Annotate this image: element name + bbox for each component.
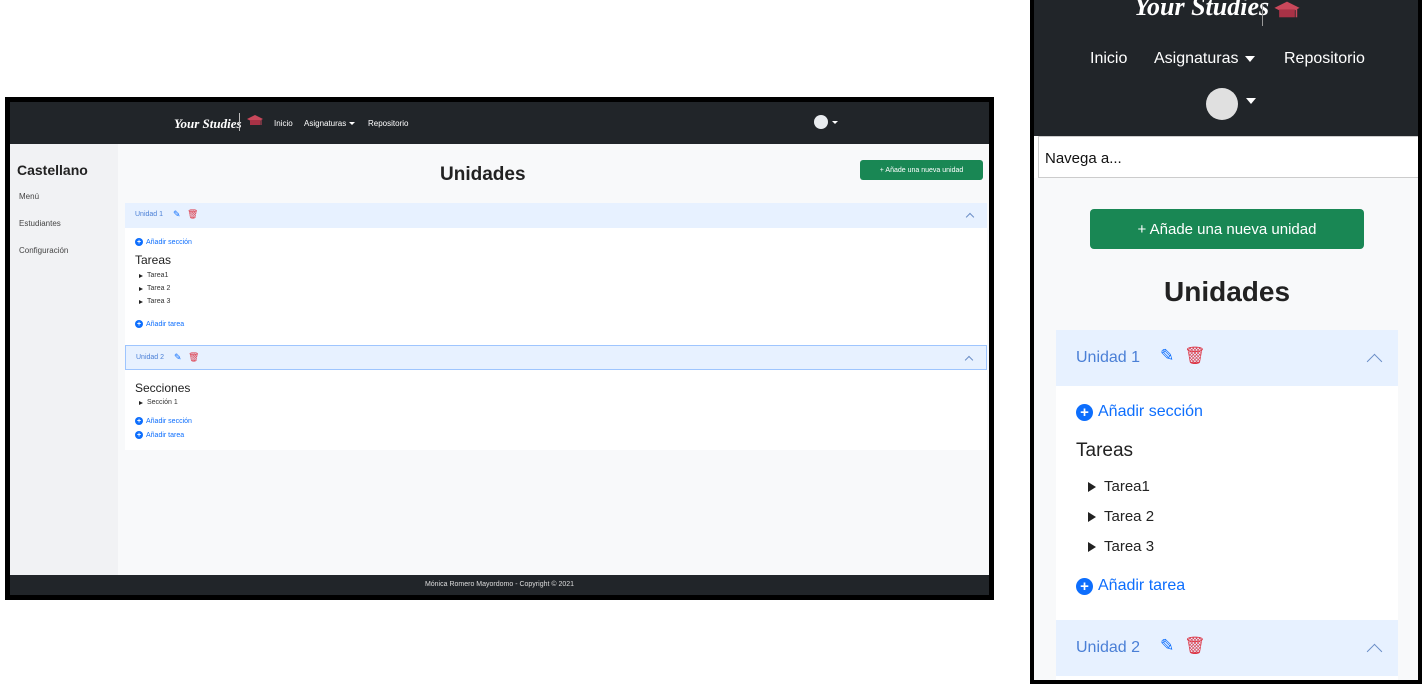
- graduation-cap-icon: [1274, 0, 1300, 27]
- nav-asignaturas[interactable]: Asignaturas: [304, 119, 356, 128]
- unit-title[interactable]: Unidad 2: [1076, 639, 1140, 657]
- add-section-link[interactable]: + Añadir sección: [1076, 403, 1203, 421]
- add-section-label: Añadir sección: [146, 417, 192, 425]
- nav-asignaturas-label: Asignaturas: [304, 119, 347, 128]
- nav-inicio[interactable]: Inicio: [1090, 50, 1127, 68]
- triangle-right-icon: [139, 273, 143, 278]
- caret-down-icon: [349, 122, 356, 126]
- chevron-up-icon[interactable]: [964, 355, 974, 365]
- sidebar-title: Castellano: [17, 162, 88, 178]
- list-item-label: Tarea1: [1104, 478, 1150, 495]
- chevron-up-icon[interactable]: [1366, 643, 1383, 660]
- trash-icon[interactable]: 🗑: [1184, 636, 1206, 656]
- unit-header[interactable]: Unidad 2 ✎ 🗑: [1056, 620, 1398, 676]
- unit-card: Unidad 1 ✎ 🗑 + Añadir sección Tareas Tare…: [1056, 330, 1398, 680]
- avatar[interactable]: [814, 115, 828, 129]
- add-task-label: Añadir tarea: [146, 320, 185, 328]
- brand-divider: [239, 113, 240, 131]
- list-item-label: Tarea1: [147, 272, 169, 279]
- section-title: Secciones: [135, 381, 191, 395]
- triangle-right-icon: [1088, 541, 1096, 552]
- add-section-link[interactable]: + Añadir sección: [135, 238, 192, 246]
- unit-header[interactable]: Unidad 1 ✎ 🗑: [125, 203, 987, 228]
- add-unit-button[interactable]: + Añade una nueva unidad: [860, 160, 983, 180]
- navega-dropdown[interactable]: Navega a...: [1038, 136, 1418, 178]
- chevron-up-icon[interactable]: [1366, 353, 1383, 370]
- add-task-link[interactable]: + Añadir tarea: [1076, 577, 1185, 595]
- plus-circle-icon: +: [1076, 577, 1093, 595]
- navbar: [10, 102, 989, 144]
- triangle-right-icon: [1088, 481, 1096, 492]
- trash-icon[interactable]: 🗑: [187, 209, 198, 220]
- add-section-link[interactable]: + Añadir sección: [135, 417, 192, 425]
- list-item[interactable]: Tarea1: [1088, 478, 1150, 495]
- page-title: Unidades: [1164, 276, 1291, 307]
- pencil-icon[interactable]: ✎: [1160, 636, 1174, 656]
- list-item[interactable]: Tarea 2: [1088, 508, 1154, 525]
- nav-repositorio[interactable]: Repositorio: [1284, 50, 1365, 68]
- plus-circle-icon: +: [135, 238, 143, 246]
- list-item[interactable]: Tarea 3: [1088, 538, 1154, 555]
- list-item-label: Tarea 3: [147, 298, 171, 305]
- unit-header[interactable]: Unidad 1 ✎ 🗑: [1056, 330, 1398, 386]
- section-title: Tareas: [135, 253, 172, 267]
- chevron-up-icon[interactable]: [965, 212, 975, 222]
- list-item-label: Sección 1: [147, 399, 178, 406]
- triangle-right-icon: [139, 400, 143, 405]
- pencil-icon[interactable]: ✎: [173, 209, 181, 220]
- sidebar-item-menu[interactable]: Menú: [19, 192, 39, 201]
- list-item-label: Tarea 2: [147, 285, 171, 292]
- caret-down-icon[interactable]: [1246, 98, 1256, 104]
- unit-title[interactable]: Unidad 1: [1076, 349, 1140, 367]
- list-item[interactable]: Tarea 2: [139, 285, 170, 292]
- add-unit-button[interactable]: + Añade una nueva unidad: [1090, 209, 1364, 249]
- add-task-label: Añadir tarea: [1098, 577, 1186, 594]
- page-title: Unidades: [440, 164, 526, 185]
- plus-circle-icon: +: [135, 320, 143, 328]
- plus-circle-icon: +: [135, 417, 143, 425]
- pencil-icon[interactable]: ✎: [174, 352, 182, 363]
- list-item[interactable]: Sección 1: [139, 399, 178, 406]
- trash-icon[interactable]: 🗑: [1184, 346, 1206, 366]
- list-item-label: Tarea 2: [1104, 508, 1155, 525]
- brand-logo[interactable]: Your Studies: [174, 116, 242, 132]
- desktop-screenshot: Your Studies Inicio Asignaturas Reposito…: [5, 97, 994, 600]
- nav-inicio[interactable]: Inicio: [274, 119, 293, 128]
- brand-logo[interactable]: Your Studies: [1134, 0, 1269, 22]
- triangle-right-icon: [139, 286, 143, 291]
- add-task-link[interactable]: + Añadir tarea: [135, 431, 184, 439]
- nav-asignaturas[interactable]: Asignaturas: [1154, 50, 1255, 68]
- plus-circle-icon: +: [1076, 403, 1093, 421]
- caret-down-icon: [1244, 55, 1255, 62]
- sidebar-item-estudiantes[interactable]: Estudiantes: [19, 219, 61, 228]
- add-task-label: Añadir tarea: [146, 431, 185, 439]
- plus-circle-icon: +: [135, 431, 143, 439]
- triangle-right-icon: [139, 299, 143, 304]
- footer: Mónica Romero Mayordomo - Copyright © 20…: [10, 575, 989, 595]
- graduation-cap-icon: [247, 114, 263, 133]
- triangle-right-icon: [1088, 511, 1096, 522]
- list-item-label: Tarea 3: [1104, 538, 1155, 555]
- unit-header[interactable]: Unidad 2 ✎ 🗑: [125, 345, 987, 370]
- unit-title[interactable]: Unidad 2: [136, 354, 164, 361]
- brand-divider: [1262, 4, 1263, 26]
- pencil-icon[interactable]: ✎: [1160, 346, 1174, 366]
- nav-asignaturas-label: Asignaturas: [1154, 50, 1239, 67]
- unit-card: Unidad 1 ✎ 🗑 + Añadir sección Tareas Tare…: [125, 203, 987, 345]
- add-section-label: Añadir sección: [146, 238, 192, 246]
- sidebar-item-configuracion[interactable]: Configuración: [19, 246, 68, 255]
- list-item[interactable]: Tarea 3: [139, 298, 170, 305]
- list-item[interactable]: Tarea1: [139, 272, 168, 279]
- mobile-screenshot: Your Studies Inicio Asignaturas Reposito…: [1030, 0, 1422, 684]
- nav-repositorio[interactable]: Repositorio: [368, 119, 408, 128]
- unit-card: Unidad 2 ✎ 🗑 Secciones Sección 1 + Añadir…: [125, 345, 987, 450]
- unit-title[interactable]: Unidad 1: [135, 211, 163, 218]
- sidebar: [10, 144, 118, 575]
- add-task-link[interactable]: + Añadir tarea: [135, 320, 184, 328]
- caret-down-icon[interactable]: [832, 121, 838, 124]
- trash-icon[interactable]: 🗑: [188, 352, 199, 363]
- section-title: Tareas: [1076, 440, 1134, 461]
- add-section-label: Añadir sección: [1098, 403, 1203, 420]
- avatar[interactable]: [1206, 88, 1238, 120]
